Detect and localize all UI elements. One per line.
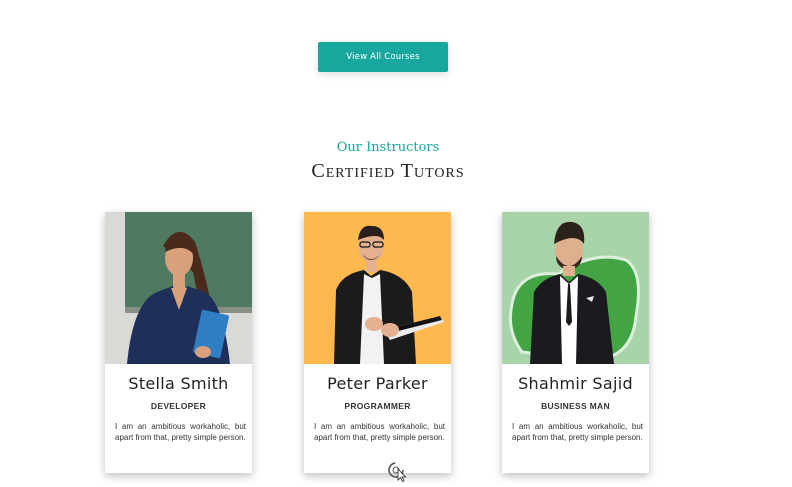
instructor-card[interactable]: Peter Parker PROGRAMMER I am an ambitiou… <box>304 212 451 473</box>
section-title: Certified Tutors <box>311 160 465 182</box>
section-kicker: Our Instructors <box>336 140 440 155</box>
instructor-name: Stella Smith <box>128 374 229 393</box>
instructor-card[interactable]: Stella Smith DEVELOPER I am an ambitious… <box>105 212 252 473</box>
loading-cursor-icon <box>386 460 408 483</box>
instructor-card[interactable]: Shahmir Sajid BUSINESS MAN I am an ambit… <box>502 212 649 473</box>
view-all-courses-button[interactable]: View All Courses <box>318 42 448 72</box>
instructor-name: Peter Parker <box>327 374 428 393</box>
instructor-photo <box>105 212 252 364</box>
instructor-role: BUSINESS MAN <box>541 401 610 411</box>
instructor-role: PROGRAMMER <box>344 401 411 411</box>
instructor-bio: I am an ambitious workaholic, but apart … <box>512 422 643 442</box>
instructor-photo <box>502 212 649 364</box>
instructor-photo <box>304 212 451 364</box>
instructor-name: Shahmir Sajid <box>518 374 633 393</box>
instructor-role: DEVELOPER <box>150 401 207 411</box>
instructor-bio: I am an ambitious workaholic, but apart … <box>314 422 445 442</box>
instructor-bio: I am an ambitious workaholic, but apart … <box>115 422 246 442</box>
